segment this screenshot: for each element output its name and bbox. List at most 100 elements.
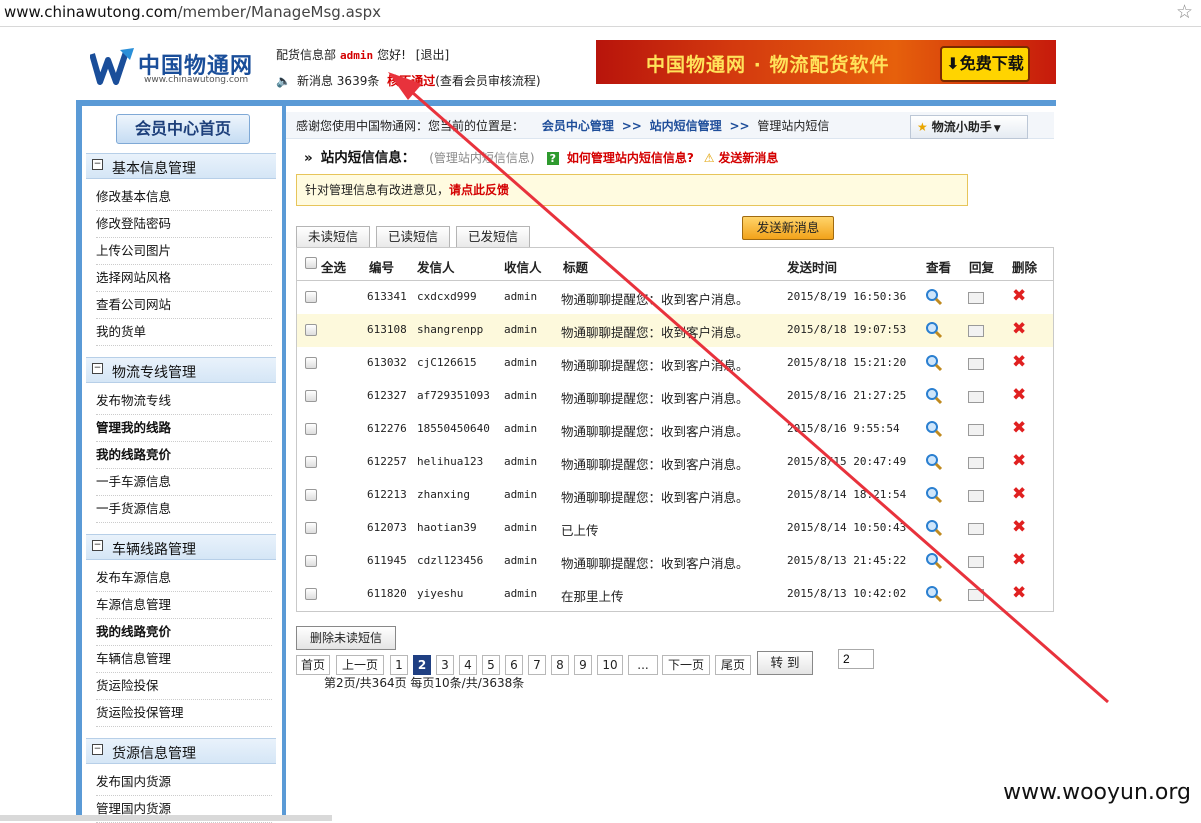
crumb-member-center[interactable]: 会员中心管理: [542, 119, 614, 133]
reply-mail-icon[interactable]: [968, 589, 984, 601]
sidebar-item[interactable]: 车源信息管理: [96, 592, 272, 619]
pager-page[interactable]: 6: [505, 655, 523, 675]
row-checkbox[interactable]: [305, 390, 317, 402]
sidebar-item[interactable]: 一手车源信息: [96, 469, 272, 496]
msg-from[interactable]: cxdcxd999: [417, 290, 477, 303]
reply-mail-icon[interactable]: [968, 457, 984, 469]
sidebar-item[interactable]: 货运险投保管理: [96, 700, 272, 727]
view-magnifier-icon[interactable]: [925, 519, 943, 537]
logistics-helper-dropdown[interactable]: ★ 物流小助手 ▼: [910, 115, 1028, 139]
pager-ellipsis[interactable]: ...: [628, 655, 658, 675]
reply-mail-icon[interactable]: [968, 325, 984, 337]
msg-title[interactable]: 物通聊聊提醒您：收到客户消息。: [561, 355, 749, 374]
msg-title[interactable]: 物通聊聊提醒您：收到客户消息。: [561, 421, 749, 440]
sidebar-item[interactable]: 修改登陆密码: [96, 211, 272, 238]
free-download-button[interactable]: ⬇免费下载: [940, 46, 1030, 82]
sidebar-item[interactable]: 一手货源信息: [96, 496, 272, 523]
msg-title[interactable]: 物通聊聊提醒您：收到客户消息。: [561, 487, 749, 506]
row-checkbox[interactable]: [305, 555, 317, 567]
sidebar-section-basic[interactable]: − 基本信息管理: [86, 153, 276, 179]
pager-page[interactable]: 9: [574, 655, 592, 675]
collapse-icon[interactable]: −: [92, 363, 103, 374]
reply-mail-icon[interactable]: [968, 358, 984, 370]
table-row[interactable]: 613341 cxdcxd999 admin 物通聊聊提醒您：收到客户消息。 2015/…: [296, 281, 1054, 315]
msg-title[interactable]: 物通聊聊提醒您：收到客户消息。: [561, 322, 749, 341]
table-row[interactable]: 612257 helihua123 admin 物通聊聊提醒您：收到客户消息。 2015…: [296, 446, 1054, 480]
reply-mail-icon[interactable]: [968, 391, 984, 403]
reply-mail-icon[interactable]: [968, 292, 984, 304]
msg-title[interactable]: 物通聊聊提醒您：收到客户消息。: [561, 289, 749, 308]
msg-title[interactable]: 物通聊聊提醒您：收到客户消息。: [561, 454, 749, 473]
pager-first[interactable]: 首页: [296, 655, 330, 675]
msg-from[interactable]: 18550450640: [417, 422, 490, 435]
msg-from[interactable]: cjC126615: [417, 356, 477, 369]
view-magnifier-icon[interactable]: [925, 288, 943, 306]
sidebar-item[interactable]: 管理我的线路: [96, 415, 272, 442]
delete-x-icon[interactable]: ✖: [1012, 551, 1026, 569]
collapse-icon[interactable]: −: [92, 159, 103, 170]
table-row[interactable]: 613108 shangrenpp admin 物通聊聊提醒您：收到客户消息。 2015…: [296, 314, 1054, 348]
sidebar-item[interactable]: 发布国内货源: [96, 769, 272, 796]
sidebar-item[interactable]: 选择网站风格: [96, 265, 272, 292]
collapse-icon[interactable]: −: [92, 744, 103, 755]
row-checkbox[interactable]: [305, 324, 317, 336]
pager-page[interactable]: 7: [528, 655, 546, 675]
msg-title[interactable]: 物通聊聊提醒您：收到客户消息。: [561, 388, 749, 407]
sidebar-item[interactable]: 发布车源信息: [96, 565, 272, 592]
row-checkbox[interactable]: [305, 522, 317, 534]
delete-x-icon[interactable]: ✖: [1012, 320, 1026, 338]
sidebar-section-cargo[interactable]: − 货源信息管理: [86, 738, 276, 764]
sidebar-item[interactable]: 修改基本信息: [96, 184, 272, 211]
delete-x-icon[interactable]: ✖: [1012, 584, 1026, 602]
delete-x-icon[interactable]: ✖: [1012, 353, 1026, 371]
address-url[interactable]: www.chinawutong.com/member/ManageMsg.asp…: [4, 3, 381, 21]
msg-from[interactable]: yiyeshu: [417, 587, 463, 600]
table-row[interactable]: 612327 af729351093 admin 物通聊聊提醒您：收到客户消息。 201…: [296, 380, 1054, 414]
row-checkbox[interactable]: [305, 588, 317, 600]
bookmark-star-icon[interactable]: ☆: [1176, 1, 1193, 23]
page-number-input[interactable]: [838, 649, 874, 669]
sidebar-section-vehicles[interactable]: − 车辆线路管理: [86, 534, 276, 560]
view-magnifier-icon[interactable]: [925, 321, 943, 339]
sidebar-item[interactable]: 发布物流专线: [96, 388, 272, 415]
msg-from[interactable]: zhanxing: [417, 488, 470, 501]
logout-link[interactable]: [退出]: [416, 48, 449, 62]
table-row[interactable]: 612276 18550450640 admin 物通聊聊提醒您：收到客户消息。 201…: [296, 413, 1054, 447]
delete-unread-button[interactable]: 删除未读短信: [296, 626, 396, 650]
pager-page[interactable]: 1: [390, 655, 408, 675]
delete-x-icon[interactable]: ✖: [1012, 518, 1026, 536]
sidebar-item[interactable]: 上传公司图片: [96, 238, 272, 265]
sidebar-item[interactable]: 我的线路竞价: [96, 442, 272, 469]
send-new-link[interactable]: 发送新消息: [718, 151, 778, 165]
pager-page[interactable]: 8: [551, 655, 569, 675]
table-row[interactable]: 611820 yiyeshu admin 在那里上传 2015/8/13 10:42:0…: [296, 578, 1054, 612]
reply-mail-icon[interactable]: [968, 556, 984, 568]
delete-x-icon[interactable]: ✖: [1012, 419, 1026, 437]
select-all-checkbox[interactable]: [305, 257, 317, 269]
pager-page[interactable]: 5: [482, 655, 500, 675]
help-link[interactable]: 如何管理站内短信信息?: [567, 151, 694, 165]
msg-title[interactable]: 在那里上传: [561, 586, 624, 605]
view-magnifier-icon[interactable]: [925, 387, 943, 405]
view-magnifier-icon[interactable]: [925, 585, 943, 603]
goto-page-button[interactable]: 转 到: [757, 651, 813, 675]
tab-read[interactable]: 已读短信: [376, 226, 450, 247]
delete-x-icon[interactable]: ✖: [1012, 386, 1026, 404]
pager-page[interactable]: 10: [597, 655, 623, 675]
table-row[interactable]: 612073 haotian39 admin 已上传 2015/8/14 10:50:4…: [296, 512, 1054, 546]
table-row[interactable]: 611945 cdzl123456 admin 物通聊聊提醒您：收到客户消息。 2015…: [296, 545, 1054, 579]
row-checkbox[interactable]: [305, 456, 317, 468]
new-message-count[interactable]: 3639条: [337, 74, 380, 88]
table-row[interactable]: 613032 cjC126615 admin 物通聊聊提醒您：收到客户消息。 2015/…: [296, 347, 1054, 381]
pager-page[interactable]: 4: [459, 655, 477, 675]
row-checkbox[interactable]: [305, 291, 317, 303]
pager-page[interactable]: 3: [436, 655, 454, 675]
view-magnifier-icon[interactable]: [925, 486, 943, 504]
collapse-icon[interactable]: −: [92, 540, 103, 551]
row-checkbox[interactable]: [305, 357, 317, 369]
sidebar-item[interactable]: 查看公司网站: [96, 292, 272, 319]
row-checkbox[interactable]: [305, 423, 317, 435]
pager-page-current[interactable]: 2: [413, 655, 431, 675]
delete-x-icon[interactable]: ✖: [1012, 287, 1026, 305]
tab-sent[interactable]: 已发短信: [456, 226, 530, 247]
